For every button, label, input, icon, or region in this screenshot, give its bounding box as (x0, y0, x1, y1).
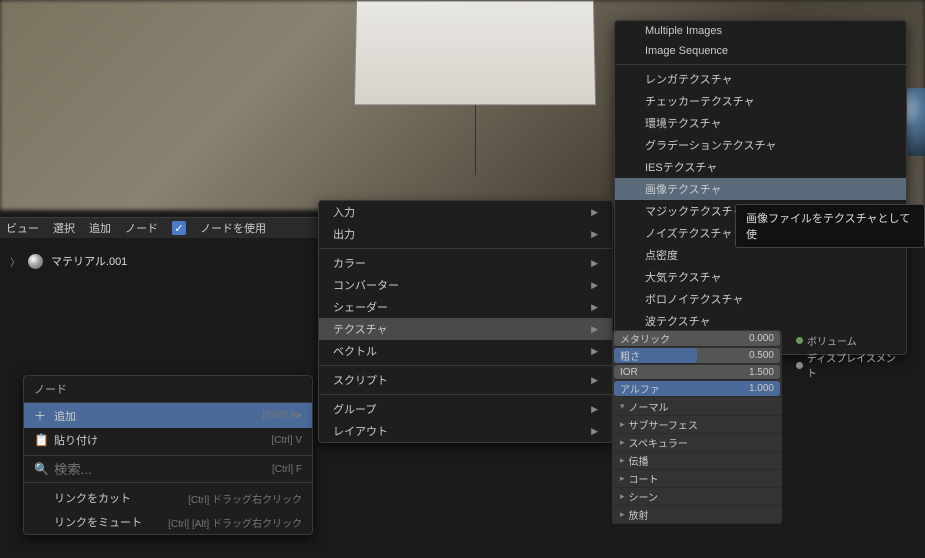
alpha-slider[interactable]: アルファ1.000 (614, 381, 780, 397)
chevron-right-icon: ▸ (620, 437, 625, 448)
separator (319, 248, 612, 249)
category-item[interactable]: 入力▶ (319, 201, 612, 223)
category-item[interactable]: レイアウト▶ (319, 420, 612, 442)
category-item[interactable]: シェーダー▶ (319, 296, 612, 318)
shortcut-label: [Ctrl] ドラッグ右クリック (188, 491, 302, 506)
chevron-right-icon: ▸ (620, 455, 625, 466)
menu-node[interactable]: ノード (125, 220, 158, 236)
ior-slider[interactable]: IOR1.500 (614, 365, 780, 380)
volume-socket[interactable]: ボリューム (790, 332, 910, 349)
separator (24, 455, 312, 456)
plus-icon: ＋ (34, 407, 48, 424)
separator (24, 482, 312, 483)
chevron-right-icon: ▸ (620, 509, 625, 520)
shortcut-label: [Ctrl] [Alt] ドラッグ右クリック (168, 515, 302, 530)
chevron-right-icon[interactable]: 〉 (10, 254, 20, 269)
texture-item[interactable]: 波テクスチャ (615, 310, 906, 332)
add-category-menu: 入力▶出力▶ カラー▶コンバーター▶シェーダー▶テクスチャ▶ベクトル▶ スクリプト▶… (318, 200, 613, 443)
paste-icon: 📋 (34, 433, 48, 447)
mesh-cube (354, 1, 596, 106)
category-item[interactable]: テクスチャ▶ (319, 318, 612, 340)
emission-section[interactable]: ▸放射 (612, 506, 782, 524)
specular-section[interactable]: ▸スペキュラー (612, 434, 782, 452)
transmission-section[interactable]: ▸伝播 (612, 452, 782, 470)
texture-item[interactable]: 環境テクスチャ (615, 112, 906, 134)
category-item[interactable]: カラー▶ (319, 252, 612, 274)
search-input[interactable] (54, 462, 272, 477)
texture-item[interactable]: 画像テクスチャ (615, 178, 906, 200)
menu-mute-links-item[interactable]: リンクをミュート [Ctrl] [Alt] ドラッグ右クリック (24, 510, 312, 534)
material-icon (28, 254, 43, 269)
socket-icon (796, 362, 803, 369)
menu-add-item[interactable]: ＋追加 [Shift] A▸ (24, 403, 312, 428)
texture-item[interactable]: Image Sequence (615, 41, 906, 61)
chevron-right-icon: ▶ (591, 207, 598, 218)
texture-item[interactable]: レンガテクスチャ (615, 68, 906, 90)
category-item[interactable]: コンバーター▶ (319, 274, 612, 296)
displacement-socket[interactable]: ディスプレイスメント (790, 349, 910, 381)
chevron-right-icon: ▸ (620, 473, 625, 484)
cube-edge (475, 105, 476, 175)
separator (319, 394, 612, 395)
roughness-slider[interactable]: 粗さ0.500 (614, 348, 780, 364)
chevron-right-icon: ▶ (591, 426, 598, 437)
menu-search-item[interactable]: 🔍 [Ctrl] F (24, 459, 312, 479)
chevron-down-icon: ▾ (620, 401, 625, 412)
category-item[interactable]: ベクトル▶ (319, 340, 612, 362)
node-context-menu: ノード ＋追加 [Shift] A▸ 📋貼り付け [Ctrl] V 🔍 [Ctr… (23, 375, 313, 535)
chevron-right-icon: ▶ (591, 324, 598, 335)
principled-bsdf-node[interactable]: メタリック0.000 粗さ0.500 IOR1.500 アルファ1.000 ▾ノ… (612, 330, 782, 524)
category-item[interactable]: グループ▶ (319, 398, 612, 420)
material-name[interactable]: マテリアル.001 (51, 253, 127, 269)
use-nodes-label: ノードを使用 (200, 220, 266, 236)
shortcut-label: [Shift] A▸ (263, 410, 303, 421)
shortcut-label: [Ctrl] V (271, 435, 302, 446)
menu-title: ノード (24, 376, 312, 403)
search-icon: 🔍 (34, 462, 48, 476)
texture-item[interactable]: Multiple Images (615, 21, 906, 41)
separator (615, 64, 906, 65)
texture-item[interactable]: チェッカーテクスチャ (615, 90, 906, 112)
use-nodes-checkbox[interactable]: ✓ (172, 221, 186, 235)
menu-paste-item[interactable]: 📋貼り付け [Ctrl] V (24, 428, 312, 452)
category-item[interactable]: 出力▶ (319, 223, 612, 245)
chevron-right-icon: ▸ (620, 491, 625, 502)
chevron-right-icon: ▶ (591, 302, 598, 313)
chevron-right-icon: ▶ (591, 375, 598, 386)
menu-view[interactable]: ビュー (6, 220, 39, 236)
menu-add[interactable]: 追加 (89, 220, 111, 236)
socket-icon (796, 337, 803, 344)
subsurface-section[interactable]: ▸サブサーフェス (612, 416, 782, 434)
chevron-right-icon: ▶ (591, 229, 598, 240)
shortcut-label: [Ctrl] F (272, 464, 302, 475)
metallic-slider[interactable]: メタリック0.000 (614, 331, 780, 347)
coat-section[interactable]: ▸コート (612, 470, 782, 488)
chevron-right-icon: ▶ (591, 404, 598, 415)
chevron-right-icon: ▶ (591, 258, 598, 269)
texture-item[interactable]: 大気テクスチャ (615, 266, 906, 288)
sheen-section[interactable]: ▸シーン (612, 488, 782, 506)
chevron-right-icon: ▶ (591, 346, 598, 357)
chevron-right-icon: ▶ (591, 280, 598, 291)
texture-item[interactable]: グラデーションテクスチャ (615, 134, 906, 156)
chevron-right-icon: ▸ (620, 419, 625, 430)
normal-input[interactable]: ▾ノーマル (612, 398, 782, 416)
menu-cut-links-item[interactable]: リンクをカット [Ctrl] ドラッグ右クリック (24, 486, 312, 510)
texture-submenu: Multiple ImagesImage Sequence レンガテクスチャチェッ… (614, 20, 907, 355)
material-output-node[interactable]: ボリューム ディスプレイスメント (790, 332, 910, 381)
category-item[interactable]: スクリプト▶ (319, 369, 612, 391)
separator (319, 365, 612, 366)
tooltip: 画像ファイルをテクスチャとして使 (735, 204, 925, 248)
menu-select[interactable]: 選択 (53, 220, 75, 236)
texture-item[interactable]: ボロノイテクスチャ (615, 288, 906, 310)
texture-item[interactable]: IESテクスチャ (615, 156, 906, 178)
